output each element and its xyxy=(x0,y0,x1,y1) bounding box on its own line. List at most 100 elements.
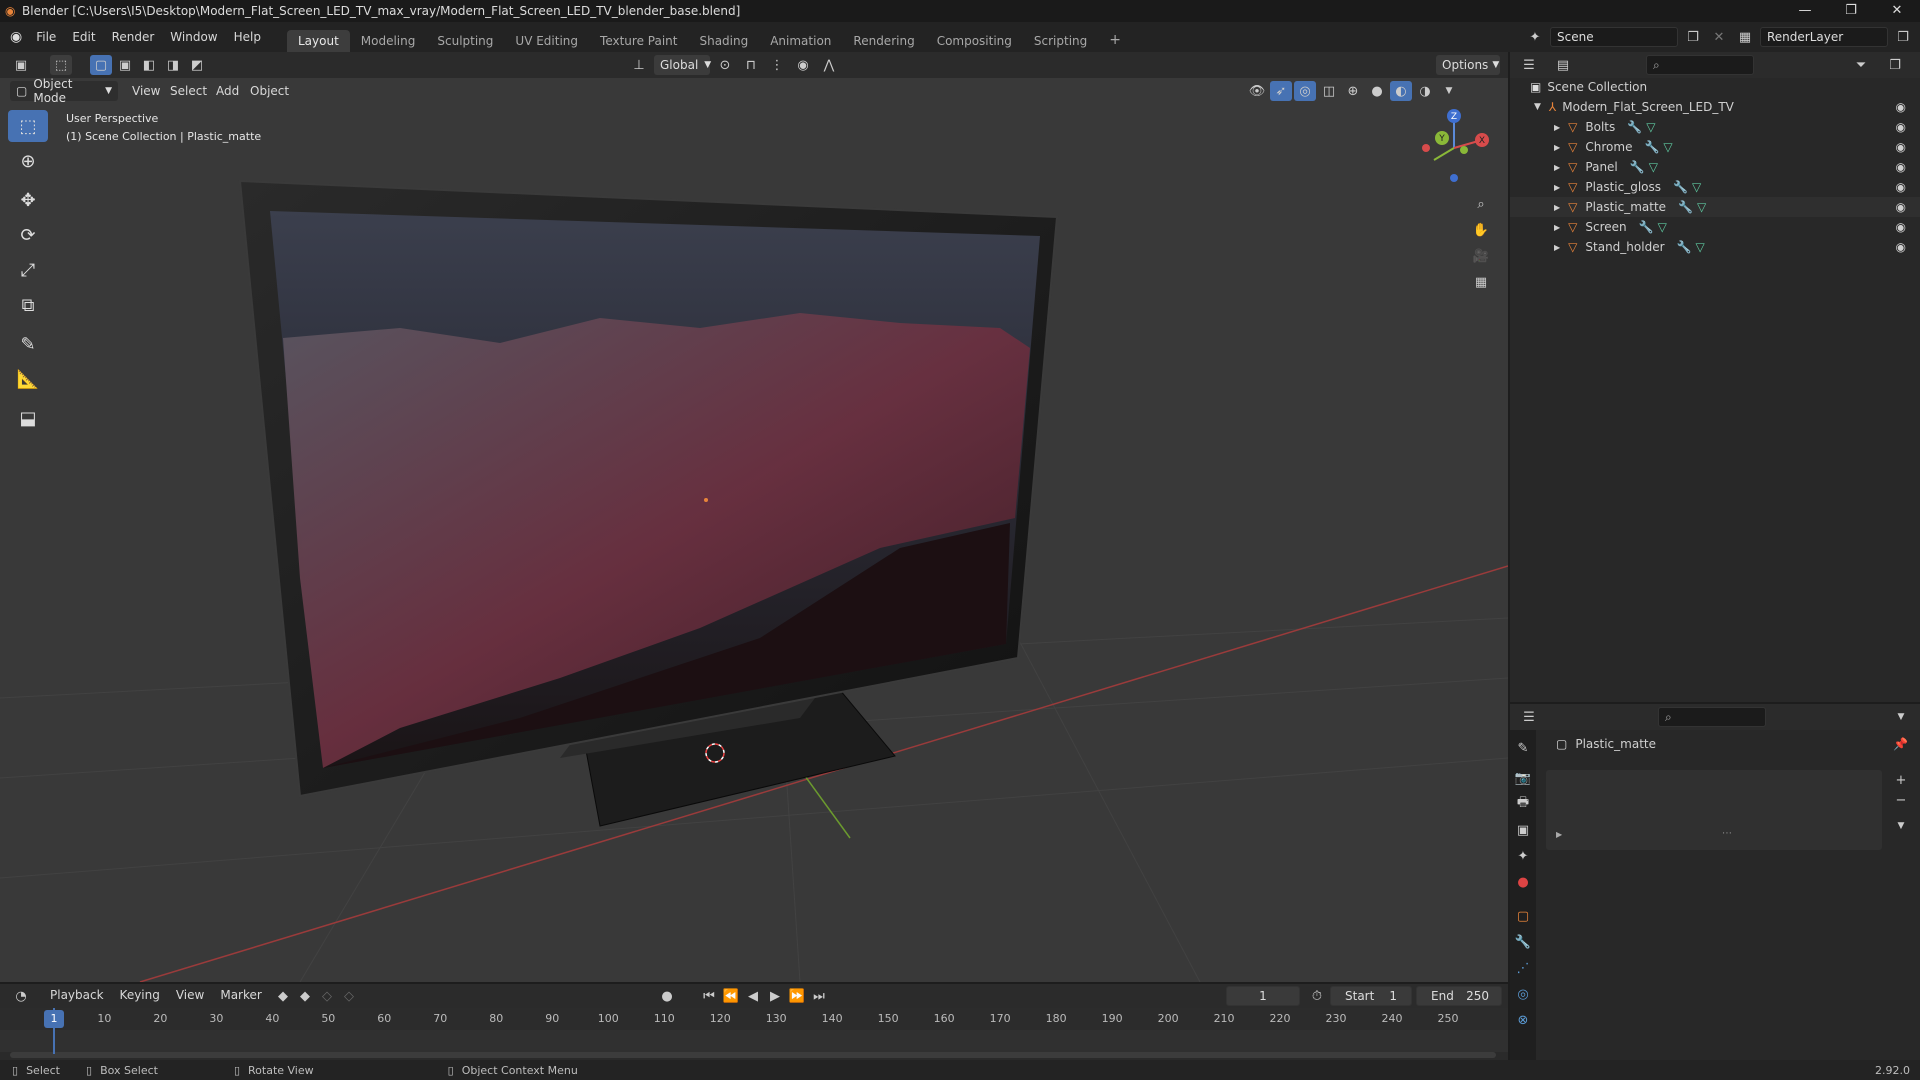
tab-uv-editing[interactable]: UV Editing xyxy=(504,30,589,52)
expand-arrow-icon[interactable]: ▶ xyxy=(1554,143,1560,152)
menu-edit[interactable]: Edit xyxy=(64,30,103,44)
render-tab-icon[interactable]: 📷 xyxy=(1512,768,1534,788)
select-mode-intersect-icon[interactable]: ◩ xyxy=(186,55,208,75)
snap-icon[interactable]: ⊓ xyxy=(740,55,762,75)
ortho-toggle-icon[interactable]: ▦ xyxy=(1470,272,1492,292)
expand-arrow-icon[interactable]: ▶ xyxy=(1554,123,1560,132)
maximize-button[interactable]: ❐ xyxy=(1828,0,1874,22)
expand-arrow-icon[interactable]: ▶ xyxy=(1554,203,1560,212)
outliner-row-object[interactable]: ▶ ▽ Plastic_gloss 🔧 ▽ ◉ xyxy=(1510,177,1920,197)
rotate-tool-icon[interactable]: ⟳ xyxy=(8,219,48,251)
navigation-gizmo[interactable]: Z Y X xyxy=(1414,108,1494,188)
material-shading-icon[interactable]: ◐ xyxy=(1390,81,1412,101)
timeline-scrollbar[interactable] xyxy=(10,1052,1496,1058)
playhead-frame-badge[interactable]: 1 xyxy=(44,1010,64,1028)
select-box-tool-icon[interactable]: ⬚ xyxy=(8,110,48,142)
wireframe-shading-icon[interactable]: ⊕ xyxy=(1342,81,1364,101)
pan-hand-icon[interactable]: ✋ xyxy=(1470,220,1492,240)
3d-viewport[interactable]: ▢ Object Mode ▼ View Select Add Object 👁… xyxy=(0,78,1508,982)
timeline-menu-view[interactable]: View xyxy=(168,988,212,1002)
camera-view-icon[interactable]: 🎥 xyxy=(1470,246,1492,266)
play-reverse-icon[interactable]: ◀ xyxy=(742,986,764,1006)
xray-toggle-icon[interactable]: ◫ xyxy=(1318,81,1340,101)
constraints-tab-icon[interactable]: ⊗ xyxy=(1512,1010,1534,1030)
transform-tool-icon[interactable]: ⧉ xyxy=(8,289,48,321)
visibility-eye-icon[interactable]: ◉ xyxy=(1896,140,1906,154)
visibility-eye-icon[interactable]: ◉ xyxy=(1896,100,1906,114)
tab-animation[interactable]: Animation xyxy=(759,30,842,52)
outliner-row-object[interactable]: ▶ ▽ Panel 🔧 ▽ ◉ xyxy=(1510,157,1920,177)
transform-orientation-icon[interactable]: ⊥ xyxy=(628,55,650,75)
timeline-menu-playback[interactable]: Playback xyxy=(42,988,112,1002)
move-tool-icon[interactable]: ✥ xyxy=(8,184,48,216)
visibility-eye-icon[interactable]: ◉ xyxy=(1896,200,1906,214)
cursor-tool-icon[interactable]: ⊕ xyxy=(8,145,48,177)
outliner-row-collection[interactable]: ▼ ⅄ Modern_Flat_Screen_LED_TV ◉ xyxy=(1510,97,1920,117)
scene-icon[interactable]: ✦ xyxy=(1524,27,1546,47)
scene-tab-icon[interactable]: ✦ xyxy=(1512,846,1534,866)
preview-range-icon[interactable]: ⏱ xyxy=(1306,986,1328,1006)
view-layer-selector[interactable]: RenderLayer xyxy=(1760,27,1888,47)
expand-arrow-icon[interactable]: ▶ xyxy=(1556,830,1562,839)
viewport-scene[interactable] xyxy=(0,78,1508,982)
outliner-search-input[interactable]: ⌕ xyxy=(1646,55,1754,75)
options-dropdown[interactable]: Options ▼ xyxy=(1436,55,1500,75)
menu-render[interactable]: Render xyxy=(104,30,163,44)
chevron-down-icon[interactable]: ▼ xyxy=(1890,707,1912,727)
pin-icon[interactable]: 📌 xyxy=(1893,737,1908,751)
properties-editor-type-icon[interactable]: ☰ xyxy=(1518,707,1540,727)
tool-tab-icon[interactable]: ✎ xyxy=(1512,738,1534,758)
record-icon[interactable]: ● xyxy=(656,986,678,1006)
menu-file[interactable]: File xyxy=(28,30,64,44)
tab-modeling[interactable]: Modeling xyxy=(350,30,427,52)
select-mode-extend-icon[interactable]: ▣ xyxy=(114,55,136,75)
world-tab-icon[interactable]: ● xyxy=(1512,872,1534,892)
annotate-tool-icon[interactable]: ✎ xyxy=(8,328,48,360)
expand-arrow-icon[interactable]: ▶ xyxy=(1554,183,1560,192)
add-slot-icon[interactable]: + xyxy=(1890,770,1912,790)
tab-rendering[interactable]: Rendering xyxy=(842,30,925,52)
rendered-shading-icon[interactable]: ◑ xyxy=(1414,81,1436,101)
tab-layout[interactable]: Layout xyxy=(286,30,350,52)
tab-compositing[interactable]: Compositing xyxy=(926,30,1023,52)
current-frame-field[interactable]: 1 xyxy=(1226,986,1300,1006)
shading-options-icon[interactable]: ▼ xyxy=(1438,81,1460,101)
play-icon[interactable]: ▶ xyxy=(764,986,786,1006)
visibility-eye-icon[interactable]: ◉ xyxy=(1896,220,1906,234)
add-cube-tool-icon[interactable]: ⬓ xyxy=(8,402,48,434)
blender-menu-icon[interactable]: ◉ xyxy=(10,29,22,45)
select-mode-subtract-icon[interactable]: ◧ xyxy=(138,55,160,75)
properties-search-input[interactable]: ⌕ xyxy=(1658,707,1766,727)
timeline-menu-marker[interactable]: Marker xyxy=(212,988,269,1002)
outliner-row-object[interactable]: ▶ ▽ Chrome 🔧 ▽ ◉ xyxy=(1510,137,1920,157)
visibility-eye-icon[interactable]: ◉ xyxy=(1896,160,1906,174)
select-mode-invert-icon[interactable]: ◨ xyxy=(162,55,184,75)
new-scene-icon[interactable]: ❐ xyxy=(1682,27,1704,47)
scale-tool-icon[interactable]: ⤢ xyxy=(8,254,48,286)
zoom-icon[interactable]: ⌕ xyxy=(1470,194,1492,214)
visibility-eye-icon[interactable]: ◉ xyxy=(1896,180,1906,194)
timeline-menu-keying[interactable]: Keying xyxy=(112,988,168,1002)
measure-tool-icon[interactable]: 📐 xyxy=(8,363,48,395)
particles-tab-icon[interactable]: ⋰ xyxy=(1512,958,1534,978)
add-workspace-icon[interactable]: + xyxy=(1098,28,1132,52)
modifier-tab-icon[interactable]: 🔧 xyxy=(1512,932,1534,952)
outliner-row-object[interactable]: ▶ ▽ Plastic_matte 🔧 ▽ ◉ xyxy=(1510,197,1920,217)
gizmo-toggle-icon[interactable]: ➶ xyxy=(1270,81,1292,101)
expand-arrow-icon[interactable]: ▶ xyxy=(1554,163,1560,172)
start-frame-field[interactable]: Start 1 xyxy=(1330,986,1412,1006)
solid-shading-icon[interactable]: ● xyxy=(1366,81,1388,101)
tab-scripting[interactable]: Scripting xyxy=(1023,30,1098,52)
mode-dropdown[interactable]: ▢ Object Mode ▼ xyxy=(10,78,118,105)
new-view-layer-icon[interactable]: ❐ xyxy=(1892,27,1914,47)
timeline-ruler[interactable]: 1102030405060708090100110120130140150160… xyxy=(0,1008,1508,1030)
keyframe-insert-icon[interactable]: ◇ xyxy=(316,986,338,1006)
expand-arrow-icon[interactable]: ▶ xyxy=(1554,243,1560,252)
pivot-point-icon[interactable]: ⊙ xyxy=(714,55,736,75)
visibility-toggle-icon[interactable]: 👁 xyxy=(1246,81,1268,101)
editor-type-icon[interactable]: ▣ xyxy=(10,55,32,75)
outliner-row-object[interactable]: ▶ ▽ Bolts 🔧 ▽ ◉ xyxy=(1510,117,1920,137)
outliner-row-object[interactable]: ▶ ▽ Stand_holder 🔧 ▽ ◉ xyxy=(1510,237,1920,257)
overlay-toggle-icon[interactable]: ◎ xyxy=(1294,81,1316,101)
delete-scene-icon[interactable]: ✕ xyxy=(1708,27,1730,47)
